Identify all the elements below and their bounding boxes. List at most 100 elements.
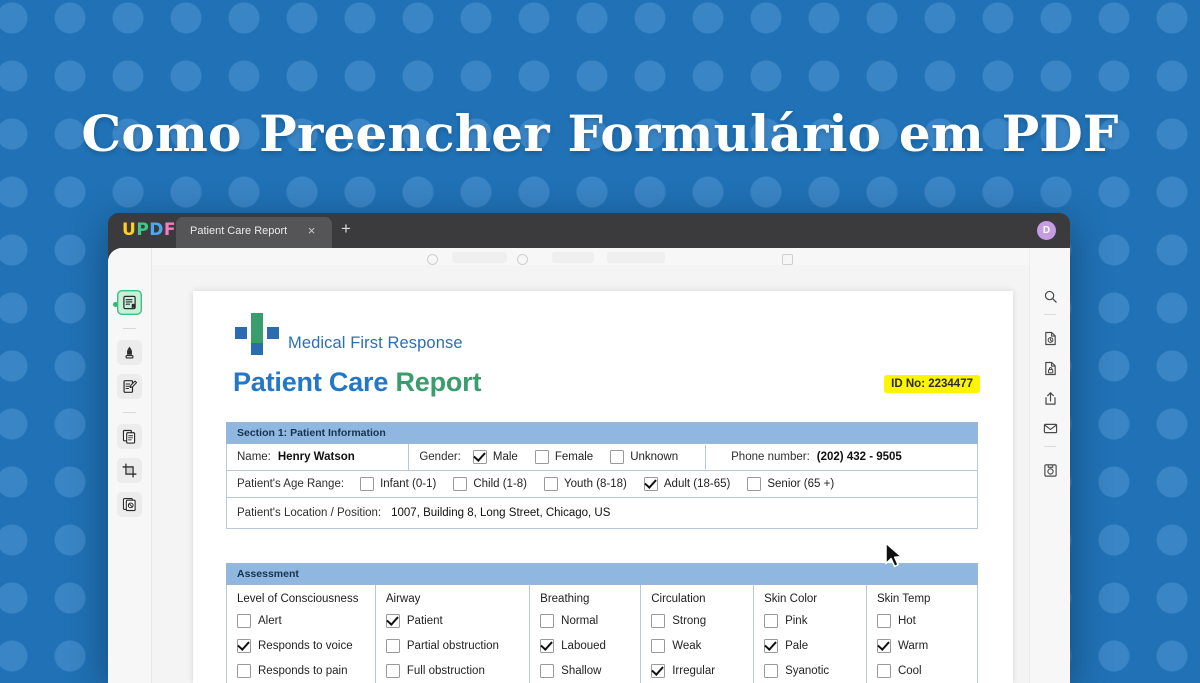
assessment-option[interactable]: Pale xyxy=(764,639,856,653)
checkbox-full-obstruction[interactable] xyxy=(385,664,400,678)
checkbox-partial-obstruction[interactable] xyxy=(385,639,400,653)
document-tab[interactable]: Patient Care Report × xyxy=(176,217,332,248)
sidebar-item-compress-save-tool[interactable] xyxy=(1038,458,1062,482)
location-field-cell[interactable]: Patient's Location / Position: 1007, Bui… xyxy=(227,501,977,525)
checkbox-pink[interactable] xyxy=(764,614,779,628)
age-range-label: Patient's Age Range: xyxy=(237,478,345,490)
checkbox-cool[interactable] xyxy=(876,664,891,678)
compress-save-icon xyxy=(1043,463,1057,477)
checkbox-hot[interactable] xyxy=(876,614,891,628)
document-page[interactable]: Medical First Response Patient Care Repo… xyxy=(193,291,1013,683)
toolbar-ghost-icon-1[interactable] xyxy=(427,254,438,265)
assessment-option-label: Pink xyxy=(785,615,808,627)
age-option-youth[interactable]: Youth (8-18) xyxy=(544,477,627,491)
assessment-option[interactable]: Shallow xyxy=(540,664,630,678)
avatar[interactable]: D xyxy=(1037,221,1056,240)
sidebar-item-document-info-tool[interactable] xyxy=(1038,326,1062,350)
brand-name: Medical First Response xyxy=(288,334,463,352)
age-option-adult-label: Adult (18-65) xyxy=(663,478,731,490)
toolbar-ghost-field-1[interactable] xyxy=(452,252,507,263)
logo-letter-u: U xyxy=(122,220,137,240)
assessment-option[interactable]: Full obstruction xyxy=(385,664,519,678)
checkbox-patient[interactable] xyxy=(385,614,400,628)
checkbox-senior[interactable] xyxy=(747,477,762,491)
age-option-child[interactable]: Child (1-8) xyxy=(453,477,527,491)
toolbar-ghost-field-3[interactable] xyxy=(607,252,665,263)
age-option-adult[interactable]: Adult (18-65) xyxy=(643,477,731,491)
checkbox-laboued[interactable] xyxy=(540,639,555,653)
checkbox-pale[interactable] xyxy=(764,639,779,653)
checkbox-youth[interactable] xyxy=(544,477,558,491)
age-option-infant[interactable]: Infant (0-1) xyxy=(360,477,436,491)
assessment-option-label: Partial obstruction xyxy=(406,640,499,652)
checkbox-shallow[interactable] xyxy=(540,664,555,678)
left-toolbar-rail xyxy=(108,248,152,683)
checkbox-syanotic[interactable] xyxy=(764,664,779,678)
edit-pdf-icon xyxy=(123,380,137,393)
toolbar-ghost-icon-3[interactable] xyxy=(782,254,793,265)
document-title: Patient Care Report xyxy=(233,367,481,398)
location-label: Patient's Location / Position: xyxy=(237,507,382,519)
sidebar-item-protect-document-tool[interactable] xyxy=(1038,356,1062,380)
name-value: Henry Watson xyxy=(277,451,355,463)
sidebar-item-edit-pdf-tool[interactable] xyxy=(117,374,142,399)
assessment-header: Assessment xyxy=(226,563,978,585)
sidebar-item-organize-pages-tool[interactable] xyxy=(117,424,142,449)
checkbox-alert[interactable] xyxy=(237,614,251,628)
sidebar-item-reader-tool[interactable] xyxy=(117,290,142,315)
checkbox-infant[interactable] xyxy=(360,477,375,491)
assessment-option[interactable]: Weak xyxy=(651,639,743,653)
assessment-option[interactable]: Alert xyxy=(237,614,365,628)
gender-field-cell[interactable]: Gender: Male Female Unknown xyxy=(408,444,705,470)
sidebar-item-ocr-tool[interactable] xyxy=(117,492,142,517)
assessment-option[interactable]: Pink xyxy=(764,614,856,628)
sidebar-item-share-document-tool[interactable] xyxy=(1038,386,1062,410)
assessment-option[interactable]: Patient xyxy=(385,614,519,628)
document-lock-icon xyxy=(1044,361,1056,375)
assessment-option[interactable]: Partial obstruction xyxy=(385,639,519,653)
close-icon[interactable]: × xyxy=(305,224,318,237)
assessment-option-label: Syanotic xyxy=(785,665,830,677)
assessment-option[interactable]: Normal xyxy=(540,614,630,628)
phone-field-cell[interactable]: Phone number: (202) 432 - 9505 xyxy=(705,445,977,469)
age-option-senior-label: Senior (65 +) xyxy=(767,478,835,490)
checkbox-irregular[interactable] xyxy=(651,664,666,678)
name-field-cell[interactable]: Name: Henry Watson xyxy=(227,445,408,469)
gender-option-female[interactable]: Female xyxy=(534,450,593,464)
age-option-senior[interactable]: Senior (65 +) xyxy=(747,477,834,491)
document-title-part2: Report xyxy=(395,367,482,397)
checkbox-strong[interactable] xyxy=(651,614,666,628)
assessment-option[interactable]: Irregular xyxy=(651,664,743,678)
new-tab-icon[interactable]: + xyxy=(338,220,354,237)
checkbox-male[interactable] xyxy=(472,450,487,464)
assessment-option[interactable]: Responds to pain xyxy=(237,664,365,678)
assessment-option[interactable]: Cool xyxy=(876,664,967,678)
gender-option-male[interactable]: Male xyxy=(472,450,518,464)
toolbar-ghost-icon-2[interactable] xyxy=(517,254,528,265)
age-range-cell[interactable]: Patient's Age Range: Infant (0-1) Child … xyxy=(227,471,977,497)
checkbox-adult[interactable] xyxy=(643,477,658,491)
assessment-option[interactable]: Warm xyxy=(876,639,967,653)
assessment-option[interactable]: Laboued xyxy=(540,639,630,653)
checkbox-normal[interactable] xyxy=(540,614,555,628)
checkbox-female[interactable] xyxy=(534,450,549,464)
checkbox-responds-to-pain[interactable] xyxy=(237,664,251,678)
sidebar-item-email-document-tool[interactable] xyxy=(1038,416,1062,440)
checkbox-weak[interactable] xyxy=(651,639,666,653)
assessment-option-label: Normal xyxy=(561,615,599,627)
gender-option-unknown[interactable]: Unknown xyxy=(610,450,678,464)
checkbox-responds-to-voice[interactable] xyxy=(237,639,251,653)
sidebar-item-search-tool[interactable] xyxy=(1038,284,1062,308)
assessment-option[interactable]: Syanotic xyxy=(764,664,856,678)
assessment-option[interactable]: Hot xyxy=(876,614,967,628)
updf-logo: UPDF xyxy=(122,221,176,240)
checkbox-child[interactable] xyxy=(453,477,468,491)
checkbox-warm[interactable] xyxy=(876,639,891,653)
sidebar-item-crop-page-tool[interactable] xyxy=(117,458,142,483)
medical-cross-logo-icon xyxy=(235,313,279,355)
assessment-option[interactable]: Responds to voice xyxy=(237,639,365,653)
checkbox-unknown[interactable] xyxy=(610,450,625,464)
assessment-option[interactable]: Strong xyxy=(651,614,743,628)
toolbar-ghost-field-2[interactable] xyxy=(552,252,594,263)
sidebar-item-annotate-highlighter-tool[interactable] xyxy=(117,340,142,365)
